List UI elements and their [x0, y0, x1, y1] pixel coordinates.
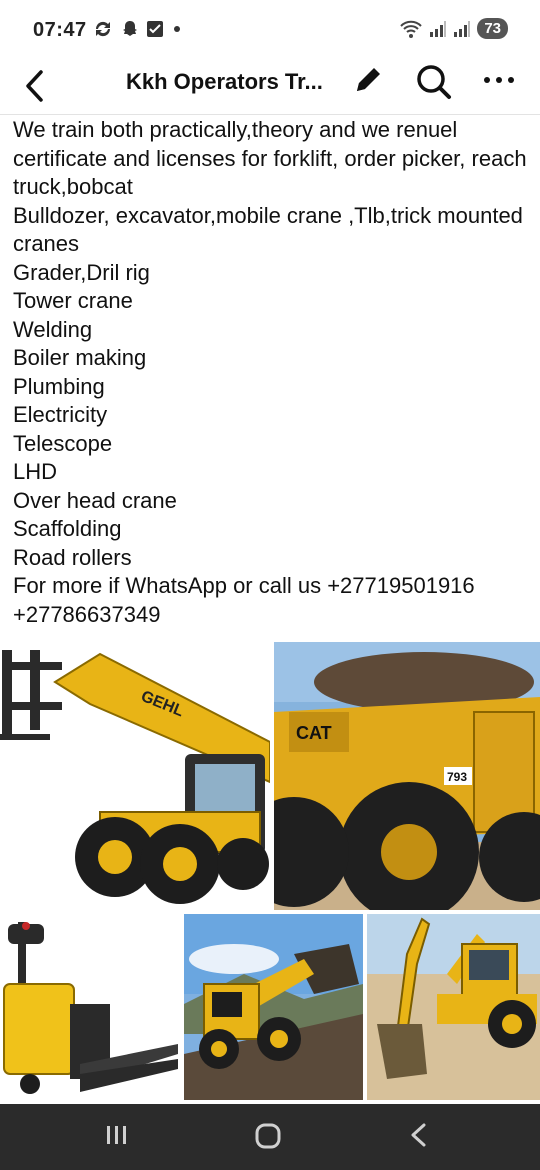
post-line: Over head crane — [13, 487, 177, 513]
photo-backhoe-loader[interactable] — [367, 914, 540, 1102]
home-icon[interactable] — [250, 1118, 286, 1159]
post-line: Telescope — [13, 430, 113, 456]
back-icon[interactable] — [402, 1118, 436, 1157]
more-icon[interactable] — [482, 68, 516, 97]
photo-grid: GEHL CAT 793 — [0, 642, 540, 1102]
signal-icon — [430, 20, 447, 37]
status-bar: 07:47 73 — [0, 0, 540, 60]
post-line: Plumbing — [13, 373, 105, 399]
photo-haul-truck[interactable]: CAT 793 — [274, 642, 540, 910]
recent-apps-icon[interactable] — [100, 1118, 134, 1157]
back-arrow-icon[interactable] — [22, 66, 48, 111]
signal-icon — [454, 20, 471, 37]
post-line: Electricity — [13, 402, 108, 427]
post-line: +27786637349 — [13, 601, 161, 627]
battery-level: 73 — [477, 18, 508, 39]
snapchat-icon — [123, 21, 137, 36]
post-line: Tower crane — [13, 288, 133, 313]
post-line: Boiler making — [13, 345, 147, 370]
page-title: Kkh Operators Tr... — [126, 69, 323, 94]
post-line: Scaffolding — [13, 516, 122, 541]
photo-wheel-loader[interactable] — [184, 914, 363, 1102]
post-line: We train both practically,theory and we … — [13, 117, 527, 199]
status-time: 07:47 — [33, 19, 87, 41]
photo-telehandler[interactable]: GEHL — [0, 642, 270, 910]
post-line: Welding — [13, 316, 93, 342]
notification-icons — [92, 19, 184, 39]
system-icons: 73 — [399, 18, 508, 39]
app-header: Kkh Operators Tr... — [0, 60, 540, 115]
cat-logo: CAT — [296, 723, 332, 743]
truck-number: 793 — [447, 770, 467, 784]
post-line: Bulldozer, excavator,mobile crane ,Tlb,t… — [13, 202, 523, 257]
post-body: We train both practically,theory and we … — [13, 116, 533, 629]
edit-pencil-icon[interactable] — [351, 63, 387, 104]
wifi-icon — [400, 20, 423, 38]
search-icon[interactable] — [414, 62, 454, 107]
post-line: Road rollers — [13, 544, 132, 570]
post-line: Grader,Dril rig — [13, 259, 150, 285]
sync-icon — [95, 21, 111, 37]
check-icon — [147, 21, 163, 37]
dot-icon — [174, 26, 180, 32]
post-line: For more if WhatsApp or call us +2771950… — [13, 573, 475, 598]
post-line: LHD — [13, 459, 58, 484]
photo-pallet-jack[interactable] — [0, 914, 180, 1102]
system-nav-bar — [0, 1104, 540, 1170]
